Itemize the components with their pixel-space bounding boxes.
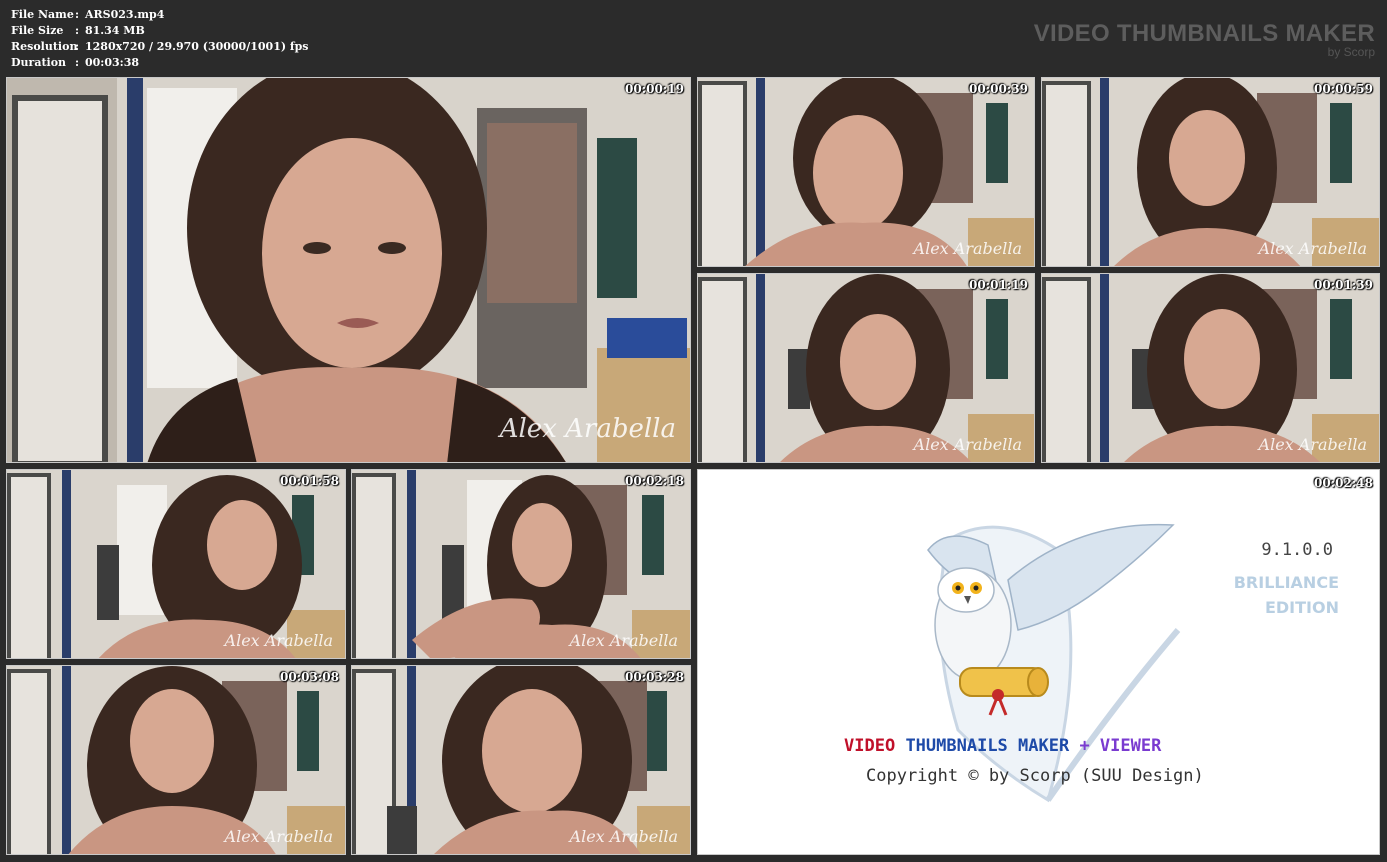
video-thumbnail[interactable]: 00:03:08 Alex Arabella: [6, 665, 346, 855]
product-name-part-3: + VIEWER: [1079, 736, 1162, 756]
watermark: Alex Arabella: [1258, 435, 1367, 454]
video-thumbnails-maker-logo-frame[interactable]: 00:02:48 9.1.0.0 BRILLIANCE EDITION VIDE…: [697, 469, 1380, 855]
timestamp: 00:00:19: [625, 82, 684, 96]
timestamp: 00:01:58: [280, 474, 339, 488]
video-thumbnail[interactable]: 00:00:39 Alex Arabella: [697, 77, 1035, 267]
file-size-label: File Size: [11, 24, 64, 37]
header: File Name : ARS023.mp4 File Size : 81.34…: [0, 0, 1387, 76]
watermark: Alex Arabella: [913, 239, 1022, 258]
file-size-value: 81.34 MB: [85, 24, 145, 37]
video-thumbnail[interactable]: 00:00:59 Alex Arabella: [1041, 77, 1380, 267]
watermark: Alex Arabella: [569, 631, 678, 650]
timestamp: 00:01:39: [1314, 278, 1373, 292]
video-thumbnail[interactable]: 00:01:39 Alex Arabella: [1041, 273, 1380, 463]
brand-title: VIDEO THUMBNAILS MAKER: [1033, 20, 1375, 47]
watermark: Alex Arabella: [913, 435, 1022, 454]
file-metadata: File Name : ARS023.mp4 File Size : 81.34…: [11, 7, 309, 71]
video-thumbnail[interactable]: 00:03:28 Alex Arabella: [351, 665, 691, 855]
edition-line-1: BRILLIANCE: [1233, 573, 1339, 592]
edition-label: BRILLIANCE EDITION: [1234, 570, 1339, 620]
file-name-label: File Name: [11, 8, 74, 21]
frame-image: [7, 78, 690, 462]
separator: :: [75, 40, 80, 53]
resolution-value: 1280x720 / 29.970 (30000/1001) fps: [85, 40, 309, 53]
file-name-value: ARS023.mp4: [85, 8, 165, 21]
copyright-text: Copyright © by Scorp (SUU Design): [866, 766, 1204, 786]
separator: :: [75, 24, 80, 37]
brand-subtitle: by Scorp: [1327, 45, 1375, 59]
duration-row: Duration : 00:03:38: [11, 55, 309, 71]
file-size-row: File Size : 81.34 MB: [11, 23, 309, 39]
timestamp: 00:03:28: [625, 670, 684, 684]
version-number: 9.1.0.0: [1261, 540, 1333, 560]
video-thumbnail[interactable]: 00:01:58 Alex Arabella: [6, 469, 346, 659]
video-thumbnail[interactable]: 00:01:19 Alex Arabella: [697, 273, 1035, 463]
timestamp: 00:01:19: [969, 278, 1028, 292]
product-name: VIDEO THUMBNAILS MAKER + VIEWER: [844, 736, 1161, 756]
watermark: Alex Arabella: [224, 827, 333, 846]
resolution-row: Resolution : 1280x720 / 29.970 (30000/10…: [11, 39, 309, 55]
video-thumbnail[interactable]: 00:00:19 Alex Arabella: [6, 77, 691, 463]
file-name-row: File Name : ARS023.mp4: [11, 7, 309, 23]
product-name-part-1: VIDEO: [844, 736, 896, 756]
duration-label: Duration: [11, 56, 67, 69]
timestamp: 00:00:59: [1314, 82, 1373, 96]
timestamp: 00:02:18: [625, 474, 684, 488]
timestamp: 00:00:39: [969, 82, 1028, 96]
resolution-label: Resolution: [11, 40, 78, 53]
watermark: Alex Arabella: [569, 827, 678, 846]
edition-line-2: EDITION: [1264, 598, 1339, 617]
timestamp: 00:03:08: [280, 670, 339, 684]
separator: :: [75, 8, 80, 21]
product-name-part-2: THUMBNAILS MAKER: [905, 736, 1070, 756]
watermark: Alex Arabella: [1258, 239, 1367, 258]
watermark: Alex Arabella: [499, 414, 676, 444]
watermark: Alex Arabella: [224, 631, 333, 650]
snowy-owl-with-scroll-icon: [927, 523, 1181, 803]
separator: :: [75, 56, 80, 69]
video-thumbnail[interactable]: 00:02:18 Alex Arabella: [351, 469, 691, 659]
duration-value: 00:03:38: [85, 56, 140, 69]
